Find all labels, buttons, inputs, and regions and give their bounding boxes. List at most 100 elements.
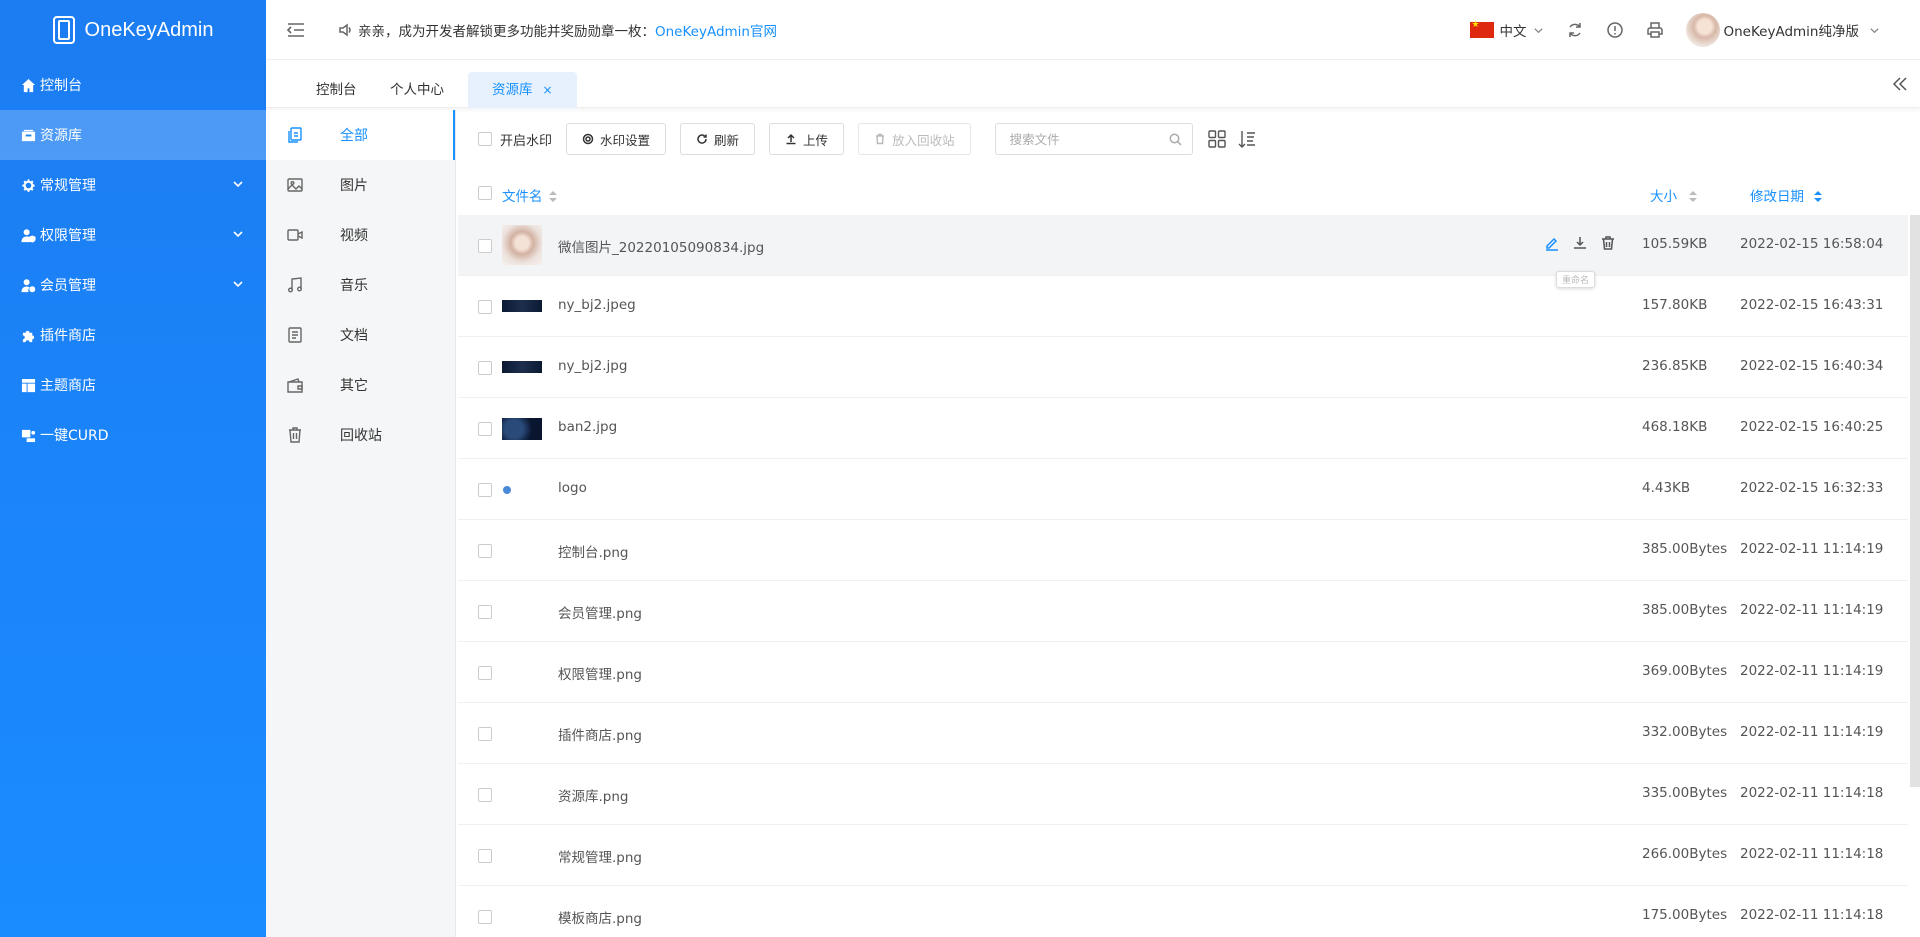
column-date[interactable]: 修改日期: [1750, 185, 1822, 205]
user-menu[interactable]: OneKeyAdmin纯净版: [1685, 13, 1881, 47]
column-name[interactable]: 文件名: [502, 185, 557, 205]
info-icon[interactable]: [1606, 21, 1624, 39]
double-chevron-left-icon[interactable]: [1892, 76, 1908, 92]
category-item[interactable]: 文档: [266, 310, 455, 360]
rename-icon[interactable]: [1544, 235, 1562, 253]
printer-icon[interactable]: [1646, 21, 1664, 39]
row-checkbox[interactable]: [478, 605, 492, 619]
sidebar-item[interactable]: 会员管理: [0, 260, 266, 310]
refresh-button[interactable]: 刷新: [680, 123, 756, 155]
sidebar-item[interactable]: 控制台: [0, 60, 266, 110]
row-checkbox[interactable]: [478, 422, 492, 436]
file-name[interactable]: 插件商店.png: [558, 724, 642, 744]
table-row[interactable]: ny_bj2.jpg 236.85KB 2022-02-15 16:40:34: [458, 337, 1908, 398]
category-item[interactable]: 视频: [266, 210, 455, 260]
table-row[interactable]: ban2.jpg 468.18KB 2022-02-15 16:40:25: [458, 398, 1908, 459]
refresh-icon: [697, 134, 707, 144]
table-row[interactable]: logo 4.43KB 2022-02-15 16:32:33: [458, 459, 1908, 520]
delete-icon[interactable]: [1600, 235, 1618, 253]
search-icon[interactable]: [1169, 133, 1182, 146]
table-row[interactable]: 会员管理.png 385.00Bytes 2022-02-11 11:14:19: [458, 581, 1908, 642]
sidebar-item[interactable]: 资源库: [0, 110, 266, 160]
file-name[interactable]: 常规管理.png: [558, 846, 642, 866]
tab-profile[interactable]: 个人中心: [390, 72, 444, 108]
column-size[interactable]: 大小: [1650, 185, 1697, 205]
sidebar-item[interactable]: 权限管理: [0, 210, 266, 260]
logo[interactable]: OneKeyAdmin: [0, 0, 266, 60]
category-item[interactable]: 回收站: [266, 410, 455, 460]
sidebar-item[interactable]: 常规管理: [0, 160, 266, 210]
refresh-label: 刷新: [714, 132, 740, 148]
sidebar-item-label: 插件商店: [40, 328, 96, 344]
row-checkbox[interactable]: [478, 239, 492, 253]
sort-icon: [1689, 191, 1697, 203]
file-name[interactable]: 会员管理.png: [558, 602, 642, 622]
page-tabs: 控制台 个人中心 资源库 ×: [266, 60, 1920, 108]
row-checkbox[interactable]: [478, 727, 492, 741]
file-name[interactable]: logo: [558, 480, 587, 496]
avatar: [1685, 13, 1720, 47]
scrollbar[interactable]: [1910, 215, 1920, 787]
watermark-toggle-label: 开启水印: [500, 133, 553, 149]
file-name[interactable]: 资源库.png: [558, 785, 629, 805]
toolbar: 开启水印 水印设置 刷新 上传 放入回收站: [458, 110, 1920, 168]
category-label: 其它: [340, 378, 368, 394]
file-name[interactable]: 微信图片_20220105090834.jpg: [558, 236, 764, 256]
watermark-toggle[interactable]: 开启水印: [478, 130, 552, 149]
category-item[interactable]: 图片: [266, 160, 455, 210]
table-row[interactable]: 模板商店.png 175.00Bytes 2022-02-11 11:14:18: [458, 886, 1908, 937]
search-input[interactable]: [1009, 131, 1160, 147]
row-checkbox[interactable]: [478, 849, 492, 863]
row-checkbox[interactable]: [478, 910, 492, 924]
table-row[interactable]: 资源库.png 335.00Bytes 2022-02-11 11:14:18: [458, 764, 1908, 825]
file-name[interactable]: ny_bj2.jpg: [558, 358, 627, 374]
tab-resources[interactable]: 资源库 ×: [468, 72, 577, 108]
language-select[interactable]: 中文: [1469, 20, 1544, 40]
file-name[interactable]: 控制台.png: [558, 541, 629, 561]
sidebar-item[interactable]: 一键CURD: [0, 410, 266, 460]
row-checkbox[interactable]: [478, 788, 492, 802]
list-view-icon[interactable]: [1237, 129, 1257, 149]
sidebar: OneKeyAdmin 控制台 资源库常规管理权限管理 会员管理插件商店主题商店 一键…: [0, 0, 266, 937]
column-name-label: 文件名: [502, 189, 543, 205]
category-item[interactable]: 音乐: [266, 260, 455, 310]
category-item[interactable]: 全部: [266, 110, 455, 160]
row-checkbox[interactable]: [478, 544, 492, 558]
file-name[interactable]: 模板商店.png: [558, 907, 642, 927]
sidebar-item[interactable]: 插件商店: [0, 310, 266, 360]
image-icon: [286, 176, 304, 194]
layout-icon: [20, 377, 36, 393]
sidebar-item-label: 常规管理: [40, 178, 96, 194]
table-row[interactable]: 插件商店.png 332.00Bytes 2022-02-11 11:14:19: [458, 703, 1908, 764]
row-checkbox[interactable]: [478, 483, 492, 497]
table-row[interactable]: 权限管理.png 369.00Bytes 2022-02-11 11:14:19: [458, 642, 1908, 703]
table-row[interactable]: 常规管理.png 266.00Bytes 2022-02-11 11:14:18: [458, 825, 1908, 886]
menu-toggle-icon[interactable]: [286, 22, 306, 38]
tab-dashboard[interactable]: 控制台: [316, 72, 357, 108]
select-all-checkbox[interactable]: [478, 186, 492, 200]
refresh-icon[interactable]: [1566, 21, 1584, 39]
file-thumbnail: [502, 900, 542, 934]
upload-button[interactable]: 上传: [769, 123, 845, 155]
table-row[interactable]: ny_bj2.jpeg 157.80KB 2022-02-15 16:43:31: [458, 276, 1908, 337]
watermark-settings-button[interactable]: 水印设置: [566, 123, 667, 155]
category-item[interactable]: 其它: [266, 360, 455, 410]
row-checkbox[interactable]: [478, 300, 492, 314]
search-box: [994, 123, 1193, 155]
table-row[interactable]: 控制台.png 385.00Bytes 2022-02-11 11:14:19: [458, 520, 1908, 581]
checkbox[interactable]: [478, 132, 492, 146]
file-name[interactable]: ban2.jpg: [558, 419, 617, 435]
file-name[interactable]: 权限管理.png: [558, 663, 642, 683]
notice-link[interactable]: OneKeyAdmin官网: [655, 20, 777, 40]
row-checkbox[interactable]: [478, 666, 492, 680]
file-name[interactable]: ny_bj2.jpeg: [558, 297, 636, 313]
download-icon[interactable]: [1572, 235, 1590, 253]
grid-view-icon[interactable]: [1207, 129, 1227, 149]
close-icon[interactable]: ×: [543, 83, 553, 97]
recycle-button[interactable]: 放入回收站: [858, 123, 971, 155]
table-row[interactable]: 微信图片_20220105090834.jpg 105.59KB 2022-02-1…: [458, 215, 1908, 288]
files-icon: [286, 126, 304, 144]
upload-label: 上传: [803, 132, 829, 148]
sidebar-item[interactable]: 主题商店: [0, 360, 266, 410]
row-checkbox[interactable]: [478, 361, 492, 375]
